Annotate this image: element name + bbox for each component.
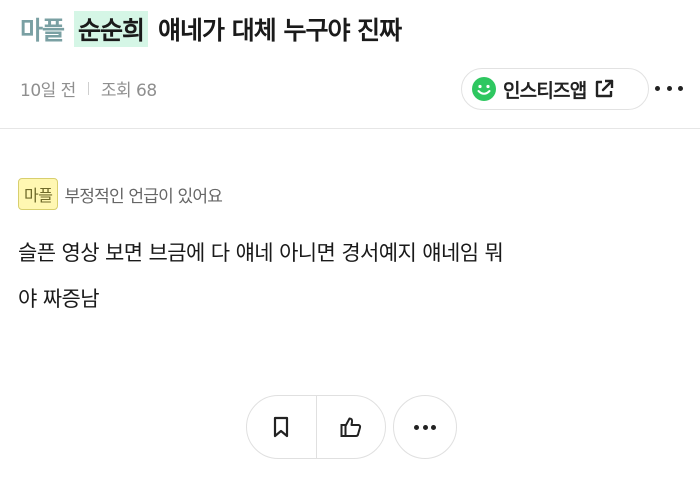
- post-actions: [246, 395, 386, 459]
- post-body-line: 야 짜증남: [18, 287, 100, 311]
- open-app-label: 인스티즈앱: [503, 79, 587, 102]
- meta-separator: [87, 82, 89, 95]
- more-icon: [655, 85, 660, 91]
- warning-text: 부정적인 언급이 있어요: [64, 186, 223, 207]
- more-icon: [414, 424, 436, 430]
- post-body-line: 슬픈 영상 보면 브금에 다 얘네 아니면 경서예지 얘네임 뭐: [18, 241, 504, 265]
- title-category: 마플: [20, 16, 65, 45]
- like-button[interactable]: [317, 396, 386, 458]
- title-text: 얘네가 대체 누구야 진짜: [158, 16, 402, 45]
- bookmark-icon: [274, 416, 289, 438]
- post-time: 10일 전: [20, 81, 76, 101]
- smiley-icon: [472, 77, 496, 101]
- post-body: 슬픈 영상 보면 브금에 다 얘네 아니면 경서예지 얘네임 뭐 야 짜증남: [18, 230, 668, 322]
- external-link-icon: [596, 79, 614, 98]
- open-app-button[interactable]: 인스티즈앱: [461, 68, 649, 110]
- bookmark-button[interactable]: [247, 396, 316, 458]
- content-warning: 마플 부정적인 언급이 있어요: [18, 178, 223, 210]
- more-actions-button[interactable]: [393, 395, 457, 459]
- title-highlight: 순순희: [74, 11, 149, 47]
- thumbs-up-icon: [340, 417, 361, 437]
- view-count: 조회 68: [100, 81, 157, 101]
- more-options-button[interactable]: [655, 76, 683, 100]
- post-title: 마플 순순희 얘네가 대체 누구야 진짜: [20, 10, 402, 48]
- post-meta: 10일 전 조회 68: [20, 76, 157, 101]
- warning-tag: 마플: [18, 178, 59, 210]
- header-divider: [0, 128, 700, 129]
